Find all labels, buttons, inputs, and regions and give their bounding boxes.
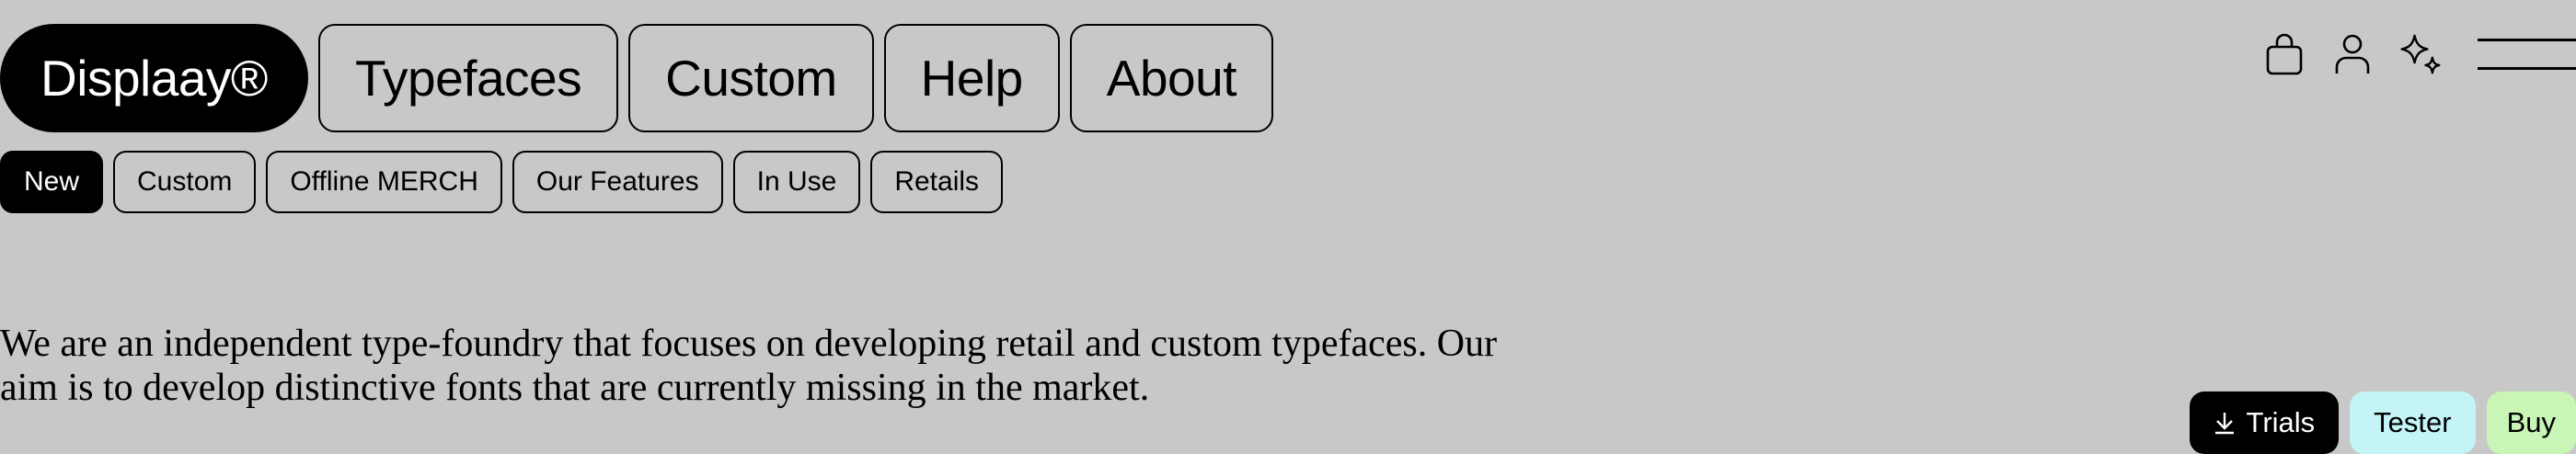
main-nav: Displaay® Typefaces Custom Help About <box>0 24 1274 132</box>
brand-logo-button[interactable]: Displaay® <box>0 24 308 132</box>
nav-typefaces[interactable]: Typefaces <box>317 24 619 132</box>
bag-icon[interactable] <box>2263 29 2306 79</box>
trials-label: Trials <box>2246 406 2316 438</box>
subnav-custom[interactable]: Custom <box>113 151 257 213</box>
action-buttons: Trials Tester Buy <box>2189 392 2576 454</box>
header-icons <box>2263 29 2442 79</box>
tester-button[interactable]: Tester <box>2350 392 2476 454</box>
trials-button[interactable]: Trials <box>2189 392 2340 454</box>
menu-line <box>2478 67 2576 70</box>
subnav-in-use[interactable]: In Use <box>732 151 861 213</box>
user-icon[interactable] <box>2331 29 2374 79</box>
subnav-offline-merch[interactable]: Offline MERCH <box>266 151 502 213</box>
nav-help[interactable]: Help <box>883 24 1060 132</box>
nav-custom[interactable]: Custom <box>628 24 874 132</box>
buy-button[interactable]: Buy <box>2486 392 2576 454</box>
sub-nav: New Custom Offline MERCH Our Features In… <box>0 151 1004 213</box>
menu-icon[interactable] <box>2478 37 2576 74</box>
intro-text: We are an independent type-foundry that … <box>0 323 1498 409</box>
subnav-new[interactable]: New <box>0 151 104 213</box>
menu-line <box>2478 39 2576 41</box>
nav-about[interactable]: About <box>1069 24 1274 132</box>
subnav-retails[interactable]: Retails <box>870 151 1004 213</box>
subnav-our-features[interactable]: Our Features <box>512 151 723 213</box>
sparkle-icon[interactable] <box>2399 29 2442 79</box>
download-icon <box>2214 413 2234 435</box>
